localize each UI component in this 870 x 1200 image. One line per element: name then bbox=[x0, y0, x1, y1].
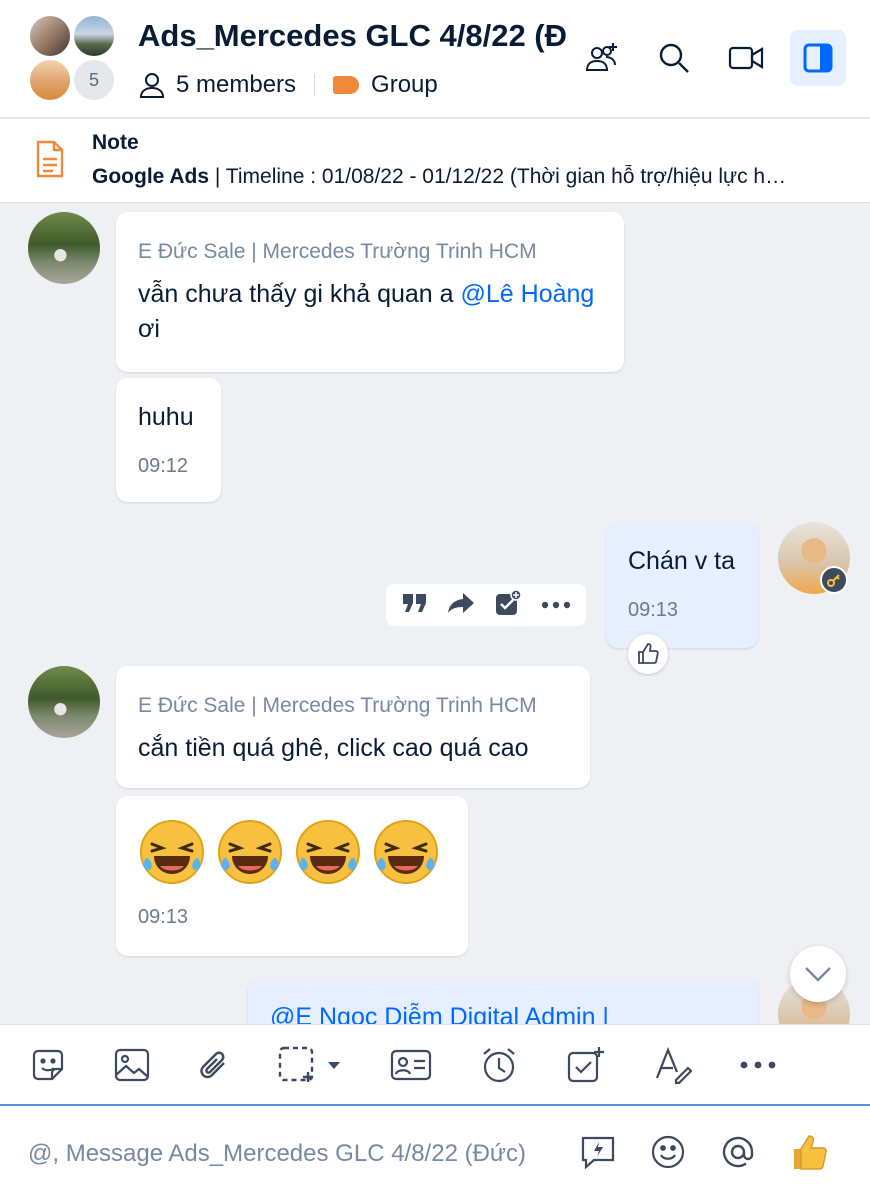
members-icon bbox=[138, 71, 166, 99]
message-actions bbox=[386, 584, 586, 626]
composer bbox=[0, 1106, 870, 1200]
note-body: Google Ads | Timeline : 01/08/22 - 01/12… bbox=[92, 165, 787, 188]
quick-message-icon bbox=[581, 1136, 615, 1170]
toggle-sidebar-button[interactable] bbox=[790, 30, 846, 86]
chevron-down-icon bbox=[805, 967, 831, 982]
at-sign-icon bbox=[722, 1136, 754, 1168]
message-text: vẫn chưa thấy gi khả quan a @Lê Hoàng ơi bbox=[138, 280, 595, 343]
add-task-icon[interactable] bbox=[494, 588, 522, 622]
sticker-icon bbox=[32, 1049, 64, 1080]
group-tag-label[interactable]: Group bbox=[371, 71, 438, 99]
tag-icon bbox=[333, 76, 360, 94]
search-button[interactable] bbox=[646, 30, 702, 86]
message-bubble[interactable]: E Đức Sale | Mercedes Trường Trinh HCM c… bbox=[116, 666, 590, 788]
emoji-row bbox=[138, 818, 446, 886]
laughing-emoji-icon bbox=[374, 820, 438, 884]
member-count-avatar: 5 bbox=[72, 58, 116, 102]
task-icon bbox=[567, 1046, 604, 1082]
more-icon bbox=[740, 1061, 776, 1068]
sender-avatar[interactable] bbox=[28, 666, 100, 738]
note-title: Note bbox=[92, 131, 139, 154]
send-like-button[interactable] bbox=[790, 1132, 830, 1177]
more-icon[interactable] bbox=[541, 596, 571, 614]
sticker-button[interactable] bbox=[30, 1040, 66, 1090]
message-input[interactable] bbox=[28, 1134, 558, 1174]
laughing-emoji-icon bbox=[296, 820, 360, 884]
paperclip-icon bbox=[200, 1051, 225, 1078]
message-bubble[interactable]: huhu 09:12 bbox=[116, 378, 221, 502]
add-member-button[interactable] bbox=[574, 30, 630, 86]
assign-task-button[interactable] bbox=[566, 1040, 606, 1090]
members-link[interactable]: 5 members bbox=[176, 71, 296, 99]
reminder-button[interactable] bbox=[480, 1040, 518, 1090]
sidebar-icon bbox=[803, 43, 833, 73]
laughing-emoji-icon bbox=[218, 820, 282, 884]
search-icon bbox=[659, 43, 689, 73]
message-bubble[interactable]: 09:13 bbox=[116, 796, 468, 956]
message-bubble[interactable]: E Đức Sale | Mercedes Trường Trinh HCM v… bbox=[116, 212, 624, 372]
alarm-clock-icon bbox=[483, 1047, 515, 1082]
my-message-bubble[interactable]: Chán v ta 09:13 bbox=[606, 522, 758, 648]
key-badge-icon bbox=[820, 566, 848, 594]
chat-header: 5 Ads_Mercedes GLC 4/8/22 (Đức) 5 member… bbox=[0, 0, 870, 118]
attach-file-button[interactable] bbox=[198, 1040, 230, 1090]
image-button[interactable] bbox=[114, 1040, 150, 1090]
mention-button[interactable] bbox=[720, 1134, 756, 1175]
sender-avatar[interactable] bbox=[28, 212, 100, 284]
contact-card-button[interactable] bbox=[390, 1040, 432, 1090]
sender-name: E Đức Sale | Mercedes Trường Trinh HCM bbox=[138, 694, 537, 717]
member-avatar bbox=[28, 58, 72, 102]
quote-icon[interactable] bbox=[402, 592, 428, 619]
laughing-emoji-icon bbox=[140, 820, 204, 884]
message-text: cắn tiền quá ghê, click cao quá cao bbox=[138, 734, 529, 762]
note-document-icon bbox=[34, 139, 66, 184]
message-time: 09:13 bbox=[138, 906, 189, 928]
message-list[interactable]: E Đức Sale | Mercedes Trường Trinh HCM v… bbox=[0, 204, 870, 1024]
conversation-title[interactable]: Ads_Mercedes GLC 4/8/22 (Đức) bbox=[138, 18, 568, 54]
video-call-button[interactable] bbox=[718, 30, 774, 86]
member-avatar bbox=[72, 14, 116, 58]
member-avatar bbox=[28, 14, 72, 58]
screenshot-icon bbox=[278, 1046, 340, 1082]
pinned-note[interactable]: Note Google Ads | Timeline : 01/08/22 - … bbox=[0, 119, 870, 203]
add-member-icon bbox=[585, 43, 617, 71]
my-message-bubble[interactable]: @E Ngọc Diễm Digital Admin | bbox=[248, 978, 758, 1024]
video-icon bbox=[728, 46, 764, 70]
mention-link[interactable]: @E Ngọc Diễm Digital Admin | bbox=[270, 1000, 736, 1024]
text-format-icon bbox=[655, 1046, 692, 1084]
thumbs-up-icon bbox=[794, 1135, 827, 1170]
text-format-button[interactable] bbox=[654, 1040, 692, 1090]
mention-link[interactable]: @Lê Hoàng bbox=[461, 280, 595, 308]
contact-card-icon bbox=[390, 1049, 432, 1080]
composer-toolbar bbox=[0, 1024, 870, 1106]
emoji-button[interactable] bbox=[650, 1134, 686, 1175]
screenshot-button[interactable] bbox=[278, 1040, 342, 1090]
message-text: huhu bbox=[138, 403, 194, 431]
message-time: 09:13 bbox=[628, 599, 679, 621]
more-options-button[interactable] bbox=[740, 1040, 776, 1090]
thumbs-up-icon bbox=[638, 643, 659, 664]
message-time: 09:12 bbox=[138, 455, 189, 477]
emoji-icon bbox=[651, 1135, 685, 1169]
divider bbox=[314, 74, 316, 96]
scroll-to-bottom-button[interactable] bbox=[790, 946, 846, 1002]
reaction-like-button[interactable] bbox=[628, 634, 668, 674]
forward-icon[interactable] bbox=[447, 592, 475, 619]
message-text: Chán v ta bbox=[628, 547, 736, 575]
quick-message-button[interactable] bbox=[580, 1134, 616, 1175]
image-icon bbox=[114, 1048, 150, 1081]
group-avatar[interactable]: 5 bbox=[28, 14, 118, 104]
sender-name: E Đức Sale | Mercedes Trường Trinh HCM bbox=[138, 240, 537, 263]
